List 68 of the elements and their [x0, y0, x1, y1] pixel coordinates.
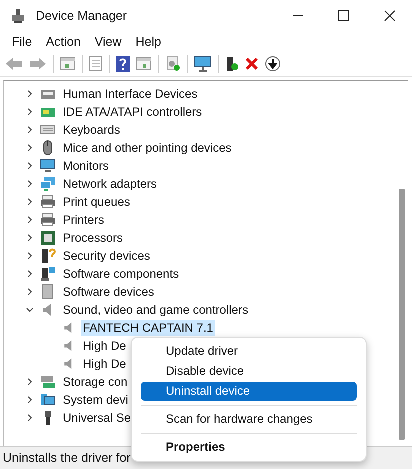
expand-chevron-icon[interactable]: [26, 144, 34, 152]
menu-item[interactable]: Help: [128, 35, 168, 49]
expand-chevron-icon[interactable]: [26, 108, 34, 116]
tower-icon: [40, 284, 56, 300]
tree-item[interactable]: FANTECH CAPTAIN 7.1: [81, 320, 216, 336]
status-text: Uninstalls the driver for: [3, 451, 131, 465]
window-title: Device Manager: [36, 9, 128, 23]
printer-icon: [40, 194, 56, 210]
maximize-icon[interactable]: [338, 10, 350, 22]
tree-item[interactable]: Software devices: [61, 284, 156, 300]
security-icon: [40, 248, 56, 264]
menu-item[interactable]: Scan for hardware changes: [141, 410, 357, 429]
tree-item[interactable]: Universal Se: [61, 410, 134, 426]
printer-icon: [40, 212, 56, 228]
menu-item[interactable]: Action: [39, 35, 88, 49]
help-icon[interactable]: [116, 56, 130, 72]
expand-chevron-icon[interactable]: [26, 234, 34, 242]
tree-item[interactable]: Mice and other pointing devices: [61, 140, 234, 156]
tree-item[interactable]: Sound, video and game controllers: [61, 302, 250, 318]
menu-item[interactable]: View: [88, 35, 129, 49]
network-icon: [40, 176, 56, 192]
tree-item[interactable]: Monitors: [61, 158, 112, 174]
expand-chevron-icon[interactable]: [26, 270, 34, 278]
collapse-chevron-icon[interactable]: [26, 306, 34, 314]
tree-item[interactable]: Print queues: [61, 194, 132, 210]
system-icon: [40, 392, 56, 408]
download-circle-icon[interactable]: [265, 56, 281, 72]
expand-chevron-icon[interactable]: [26, 180, 34, 188]
tree-item[interactable]: High De: [81, 338, 128, 354]
tree-item[interactable]: Keyboards: [61, 122, 122, 138]
menu-item[interactable]: Disable device: [141, 362, 357, 381]
tree-item[interactable]: Storage con: [61, 374, 130, 390]
expand-chevron-icon[interactable]: [26, 252, 34, 260]
expand-chevron-icon[interactable]: [26, 126, 34, 134]
tree-item[interactable]: High De: [81, 356, 128, 372]
tree-item[interactable]: Printers: [61, 212, 106, 228]
expand-chevron-icon[interactable]: [26, 90, 34, 98]
device-manager-icon: [10, 8, 26, 24]
tree-item[interactable]: System devi: [61, 392, 130, 408]
expand-chevron-icon[interactable]: [26, 378, 34, 386]
tree-item[interactable]: Human Interface Devices: [61, 86, 200, 102]
monitor-icon[interactable]: [194, 56, 212, 72]
document-icon[interactable]: [89, 56, 103, 72]
tree-item[interactable]: IDE ATA/ATAPI controllers: [61, 104, 204, 120]
menu-item[interactable]: Uninstall device: [141, 382, 357, 401]
tree-item[interactable]: Processors: [61, 230, 126, 246]
storage-icon: [40, 374, 56, 390]
monitor-icon: [40, 158, 56, 174]
expand-chevron-icon[interactable]: [26, 216, 34, 224]
device-icon[interactable]: [225, 56, 239, 72]
scrollbar[interactable]: [399, 189, 405, 440]
menu-item[interactable]: File: [5, 35, 40, 49]
menu-item[interactable]: Properties: [141, 438, 357, 457]
component-icon: [40, 266, 56, 282]
expand-chevron-icon[interactable]: [26, 198, 34, 206]
tree-item[interactable]: Network adapters: [61, 176, 160, 192]
menu-item[interactable]: Update driver: [141, 342, 357, 361]
expand-chevron-icon[interactable]: [26, 162, 34, 170]
tree-item[interactable]: Security devices: [61, 248, 152, 264]
window-icon[interactable]: [60, 57, 76, 71]
expand-chevron-icon[interactable]: [26, 396, 34, 404]
window-icon[interactable]: [136, 57, 152, 71]
expand-chevron-icon[interactable]: [26, 414, 34, 422]
processor-icon: [40, 230, 56, 246]
x-mark-icon[interactable]: [245, 57, 259, 71]
close-icon[interactable]: [384, 10, 396, 22]
tree-item[interactable]: Software components: [61, 266, 182, 282]
expand-chevron-icon[interactable]: [26, 288, 34, 296]
